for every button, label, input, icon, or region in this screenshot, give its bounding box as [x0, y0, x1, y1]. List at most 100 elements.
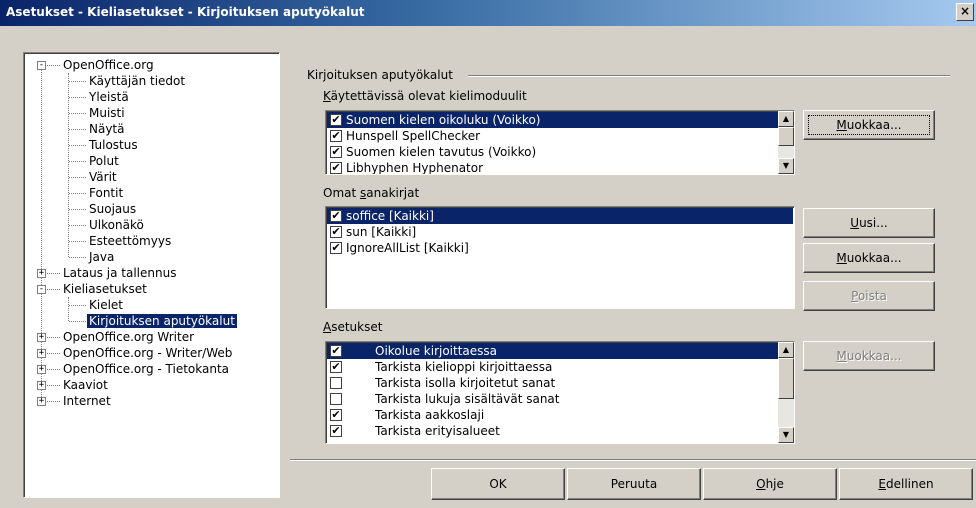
tree-item-label: Värit: [89, 170, 117, 184]
tree-item[interactable]: OpenOffice.org: [61, 57, 156, 73]
list-item-label: sun [Kaikki]: [346, 225, 417, 239]
expand-icon[interactable]: +: [37, 365, 46, 374]
scroll-down-icon[interactable]: ▼: [778, 158, 794, 174]
expand-icon[interactable]: +: [37, 397, 46, 406]
tree-item[interactable]: OpenOffice.org Writer: [61, 329, 196, 345]
options-list[interactable]: ✔ Oikolue kirjoittaessa ✔ Tarkista kieliopp…: [325, 341, 795, 444]
tree-item[interactable]: OpenOffice.org - Tietokanta: [61, 361, 231, 377]
scroll-up-icon[interactable]: ▲: [778, 111, 794, 127]
tree-item[interactable]: Kirjoituksen aputyökalut: [87, 313, 237, 329]
checkbox-checked[interactable]: ✔: [330, 162, 342, 174]
cancel-button[interactable]: Peruuta: [567, 468, 701, 500]
tree-item-label: OpenOffice.org Writer: [63, 330, 195, 344]
tree-item[interactable]: Näytä: [87, 121, 127, 137]
tree-item-label: Internet: [63, 394, 111, 408]
dictionary-new-button[interactable]: Uusi...: [803, 208, 935, 238]
checkbox-checked[interactable]: ✔: [330, 146, 342, 158]
list-item-label: Tarkista lukuja sisältävät sanat: [375, 392, 560, 406]
back-button[interactable]: Edellinen: [839, 468, 973, 500]
scroll-thumb[interactable]: [778, 358, 794, 399]
tree-item-label: OpenOffice.org - Tietokanta: [63, 362, 230, 376]
checkbox-checked[interactable]: ✔: [330, 242, 342, 254]
list-item[interactable]: Tarkista isolla kirjoitetut sanat: [327, 375, 778, 391]
expand-icon[interactable]: +: [37, 333, 46, 342]
tree-connector: [69, 209, 86, 210]
list-item[interactable]: ✔ Libhyphen Hyphenator: [327, 160, 778, 175]
list-item[interactable]: ✔ IgnoreAllList [Kaikki]: [327, 240, 793, 256]
tree-item[interactable]: Ulkonäkö: [87, 217, 146, 233]
tree-item[interactable]: Kieliasetukset: [61, 281, 149, 297]
list-item[interactable]: Tarkista lukuja sisältävät sanat: [327, 391, 778, 407]
checkbox-checked[interactable]: ✔: [330, 114, 342, 126]
list-item-label: Tarkista isolla kirjoitetut sanat: [375, 376, 556, 390]
tree-item[interactable]: Internet: [61, 393, 113, 409]
expand-icon[interactable]: +: [37, 381, 46, 390]
expand-icon[interactable]: +: [37, 349, 46, 358]
list-item-label: Tarkista kielioppi kirjoittaessa: [375, 360, 553, 374]
tree-item[interactable]: Fontit: [87, 185, 125, 201]
checkbox-unchecked[interactable]: [330, 393, 342, 405]
checkbox-checked[interactable]: ✔: [330, 226, 342, 238]
tree-item[interactable]: Esteettömyys: [87, 233, 173, 249]
tree-item[interactable]: Muisti: [87, 105, 127, 121]
list-item[interactable]: ✔ Tarkista aakkoslaji: [327, 407, 778, 423]
tree-item[interactable]: Käyttäjän tiedot: [87, 73, 187, 89]
tree-item-label: Fontit: [89, 186, 124, 200]
tree-item[interactable]: Kielet: [87, 297, 125, 313]
checkbox-checked[interactable]: ✔: [330, 130, 342, 142]
help-button[interactable]: Ohje: [703, 468, 837, 500]
list-item-label: Libhyphen Hyphenator: [346, 161, 484, 175]
collapse-icon[interactable]: -: [37, 285, 46, 294]
options-edit-button[interactable]: Muokkaa...: [803, 341, 935, 371]
tree-item[interactable]: Kaaviot: [61, 377, 110, 393]
scroll-down-icon[interactable]: ▼: [778, 427, 794, 443]
checkbox-checked[interactable]: ✔: [330, 345, 342, 357]
tree-item-label: Esteettömyys: [89, 234, 172, 248]
expand-icon[interactable]: +: [37, 269, 46, 278]
checkbox-checked[interactable]: ✔: [330, 409, 342, 421]
list-item[interactable]: ✔ Tarkista erityisalueet: [327, 423, 778, 439]
list-item-label: IgnoreAllList [Kaikki]: [346, 241, 469, 255]
group-title: Kirjoituksen aputyökalut: [307, 68, 453, 82]
collapse-icon[interactable]: -: [37, 61, 46, 70]
list-item[interactable]: ✔ Suomen kielen oikoluku (Voikko): [327, 112, 778, 128]
scroll-thumb[interactable]: [778, 127, 794, 146]
tree-item[interactable]: Tulostus: [87, 137, 140, 153]
tree-item-label: Lataus ja tallennus: [63, 266, 177, 280]
list-item[interactable]: ✔ Suomen kielen tavutus (Voikko): [327, 144, 778, 160]
tree-item-label: OpenOffice.org - Writer/Web: [63, 346, 233, 360]
tree-item[interactable]: Java: [87, 249, 116, 265]
dictionary-delete-button[interactable]: Poista: [803, 281, 935, 311]
tree-item[interactable]: Värit: [87, 169, 119, 185]
dictionaries-list[interactable]: ✔ soffice [Kaikki] ✔ sun [Kaikki] ✔ IgnoreAll…: [325, 206, 795, 309]
vertical-scrollbar[interactable]: ▲ ▼: [778, 111, 794, 174]
list-item-label: soffice [Kaikki]: [346, 209, 434, 223]
tree-item-label: Muisti: [89, 106, 125, 120]
checkbox-checked[interactable]: ✔: [330, 425, 342, 437]
tree-item[interactable]: Lataus ja tallennus: [61, 265, 178, 281]
close-button[interactable]: ×: [956, 3, 974, 21]
tree-item[interactable]: Polut: [87, 153, 121, 169]
tree-connector: [69, 97, 86, 98]
modules-list[interactable]: ✔ Suomen kielen oikoluku (Voikko) ✔ Hunspel…: [325, 110, 795, 175]
list-item[interactable]: ✔ Hunspell SpellChecker: [327, 128, 778, 144]
focus-ring: [808, 115, 930, 135]
tree-item[interactable]: OpenOffice.org - Writer/Web: [61, 345, 234, 361]
tree-item[interactable]: Yleistä: [87, 89, 131, 105]
ok-button[interactable]: OK: [431, 468, 565, 500]
list-item[interactable]: ✔ Oikolue kirjoittaessa: [327, 343, 778, 359]
tree-connector: [69, 145, 86, 146]
checkbox-checked[interactable]: ✔: [330, 210, 342, 222]
options-tree[interactable]: OpenOffice.org - Käyttäjän tiedot Yleistä Mu…: [23, 52, 280, 498]
list-item[interactable]: ✔ soffice [Kaikki]: [327, 208, 793, 224]
dictionary-edit-button[interactable]: Muokkaa...: [803, 243, 935, 273]
list-item[interactable]: ✔ sun [Kaikki]: [327, 224, 793, 240]
modules-edit-button[interactable]: Muokkaa...: [803, 110, 935, 140]
tree-item-label: Yleistä: [89, 90, 129, 104]
checkbox-checked[interactable]: ✔: [330, 361, 342, 373]
vertical-scrollbar[interactable]: ▲ ▼: [778, 342, 794, 443]
list-item[interactable]: ✔ Tarkista kielioppi kirjoittaessa: [327, 359, 778, 375]
scroll-up-icon[interactable]: ▲: [778, 342, 794, 358]
tree-item[interactable]: Suojaus: [87, 201, 138, 217]
checkbox-unchecked[interactable]: [330, 377, 342, 389]
